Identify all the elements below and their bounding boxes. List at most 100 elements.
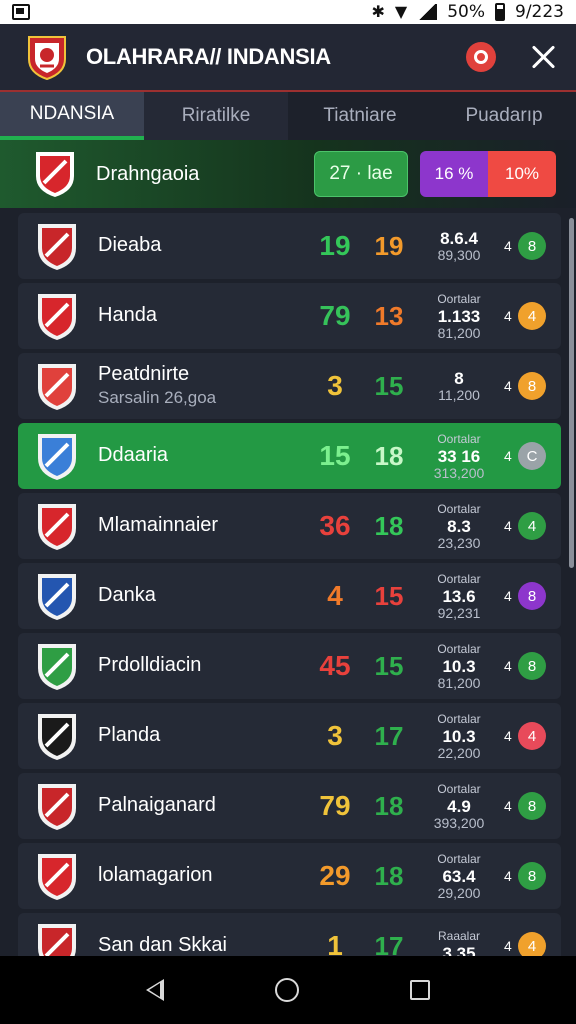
rank-number: 4 <box>504 518 512 534</box>
app-bar: OLAHRARA// INDANSIA <box>0 24 576 92</box>
stats-block: Oortalar 1.133 81,200 <box>420 292 498 341</box>
status-badge[interactable]: 8 <box>518 372 546 400</box>
table-row[interactable]: Ddaaria 15 18 Oortalar 33 16 313,200 4 C <box>18 423 561 489</box>
status-badge[interactable]: 8 <box>518 232 546 260</box>
stats-block: Oortalar 13.6 92,231 <box>420 572 498 621</box>
table-row[interactable]: Peatdnirte Sarsalin 26,goa 3 15 8 11,200 4 8 <box>18 353 561 419</box>
team-crest-icon <box>38 924 76 956</box>
featured-name: Drahngaoia <box>96 162 200 185</box>
team-name-text: Danka <box>98 584 156 606</box>
stats-sub: 29,200 <box>437 884 481 901</box>
primary-value: 4 <box>327 580 343 611</box>
secondary-value: 13 <box>374 300 404 331</box>
team-name-text: Mlamainnaier <box>98 514 219 536</box>
team-name: Dieaba <box>98 234 304 258</box>
rank-number: 4 <box>504 868 512 884</box>
rank-number: 4 <box>504 658 512 674</box>
rank-number: 4 <box>504 308 512 324</box>
tab-puadarip[interactable]: Puadarıp <box>432 92 576 140</box>
team-crest-icon <box>38 504 76 550</box>
table-row[interactable]: lolamagarion 29 18 Oortalar 63.4 29,200 4 8 <box>18 843 561 909</box>
primary-value: 3 <box>327 720 343 751</box>
team-name-text: Ddaaria <box>98 444 169 466</box>
stats-label: Oortalar <box>437 291 481 306</box>
team-crest-icon <box>36 152 74 197</box>
stats-main: 63.4 <box>442 866 476 886</box>
primary-value: 15 <box>319 440 351 471</box>
signal-icon <box>417 4 438 20</box>
tab-riratilke[interactable]: Riratilke <box>144 92 288 140</box>
rank-number: 4 <box>504 728 512 744</box>
stats-label: Oortalar <box>437 641 481 656</box>
tab-tiatniare[interactable]: Tiatniare <box>288 92 432 140</box>
status-time: 9/223 <box>515 2 564 22</box>
stats-main: 4.9 <box>447 796 471 816</box>
secondary-value: 18 <box>374 440 404 471</box>
scrollbar[interactable] <box>569 218 574 568</box>
stats-block: Oortalar 4.9 393,200 <box>420 782 498 831</box>
search-button[interactable] <box>466 42 496 72</box>
secondary-value: 18 <box>374 510 404 541</box>
back-triangle-icon[interactable] <box>145 979 164 1001</box>
primary-value: 79 <box>319 300 351 331</box>
table-row[interactable]: Handa 79 13 Oortalar 1.133 81,200 4 4 <box>18 283 561 349</box>
status-badge[interactable]: 8 <box>518 652 546 680</box>
close-button[interactable] <box>530 44 556 70</box>
table-row[interactable]: San dan Skkai 1 17 Raaalar 3.35 4 4 <box>18 913 561 956</box>
team-crest-icon <box>38 574 76 620</box>
stats-main: 1.133 <box>437 306 481 326</box>
status-badge[interactable]: 4 <box>518 932 546 956</box>
table-row[interactable]: Prdolldiacin 45 15 Oortalar 10.3 81,200 4 8 <box>18 633 561 699</box>
primary-value: 36 <box>319 510 351 541</box>
team-name-text: Planda <box>98 724 161 746</box>
table-row[interactable]: Planda 3 17 Oortalar 10.3 22,200 4 4 <box>18 703 561 769</box>
percent-right: 10% <box>488 151 556 197</box>
stats-main: 8 <box>454 369 464 388</box>
table-row[interactable]: Dieaba 19 19 8.6.4 89,300 4 8 <box>18 213 561 279</box>
stats-label: Oortalar <box>437 781 481 796</box>
status-badge[interactable]: 8 <box>518 792 546 820</box>
team-crest-icon <box>38 714 76 760</box>
team-crest-icon <box>38 294 76 340</box>
status-right: ✱ ▼ 50% 9/223 <box>371 2 564 22</box>
stats-block: Raaalar 3.35 <box>420 929 498 956</box>
stats-main: 8.3 <box>447 516 471 536</box>
wifi-icon: ▼ <box>394 2 408 21</box>
team-name: Planda <box>98 724 304 748</box>
stats-sub: 313,200 <box>433 464 485 481</box>
team-name-text: San dan Skkai <box>98 934 227 956</box>
status-badge[interactable]: 8 <box>518 862 546 890</box>
status-badge[interactable]: 4 <box>518 512 546 540</box>
app-title: OLAHRARA// INDANSIA <box>86 44 331 69</box>
stats-label: Oortalar <box>437 711 481 726</box>
stats-sub: 92,231 <box>437 604 481 621</box>
table-row[interactable]: Mlamainnaier 36 18 Oortalar 8.3 23,230 4 4 <box>18 493 561 559</box>
tab-ndansia[interactable]: NDANSIA <box>0 92 144 140</box>
recents-square-icon[interactable] <box>410 980 431 1000</box>
team-name: San dan Skkai <box>98 934 304 956</box>
status-badge[interactable]: 8 <box>518 582 546 610</box>
status-badge[interactable]: 4 <box>518 302 546 330</box>
status-badge[interactable]: C <box>518 442 546 470</box>
stats-sub: 393,200 <box>433 814 485 831</box>
table-row[interactable]: Danka 4 15 Oortalar 13.6 92,231 4 8 <box>18 563 561 629</box>
team-name: Prdolldiacin <box>98 654 304 678</box>
featured-percent-bar: 16 % 10% <box>420 151 556 197</box>
featured-row[interactable]: Drahngaoia 27 · lae 16 % 10% <box>0 140 576 208</box>
primary-value: 19 <box>319 230 351 261</box>
stats-label: Oortalar <box>437 431 481 446</box>
rank-number: 4 <box>504 378 512 394</box>
stats-sub: 23,230 <box>437 534 481 551</box>
percent-left: 16 % <box>420 151 488 197</box>
bluetooth-icon: ✱ <box>371 2 385 21</box>
status-bar: ✱ ▼ 50% 9/223 <box>0 0 576 24</box>
secondary-value: 18 <box>374 860 404 891</box>
team-list[interactable]: Dieaba 19 19 8.6.4 89,300 4 8 Handa 79 13 Oortalar… <box>0 208 576 956</box>
team-crest-icon <box>38 854 76 900</box>
stats-main: 33 16 <box>437 446 481 466</box>
status-badge[interactable]: 4 <box>518 722 546 750</box>
home-circle-icon[interactable] <box>274 978 299 1002</box>
table-row[interactable]: Palnaiganard 79 18 Oortalar 4.9 393,200 4 8 <box>18 773 561 839</box>
shield-crest-icon <box>28 36 66 81</box>
stats-sub: 89,300 <box>437 247 481 263</box>
